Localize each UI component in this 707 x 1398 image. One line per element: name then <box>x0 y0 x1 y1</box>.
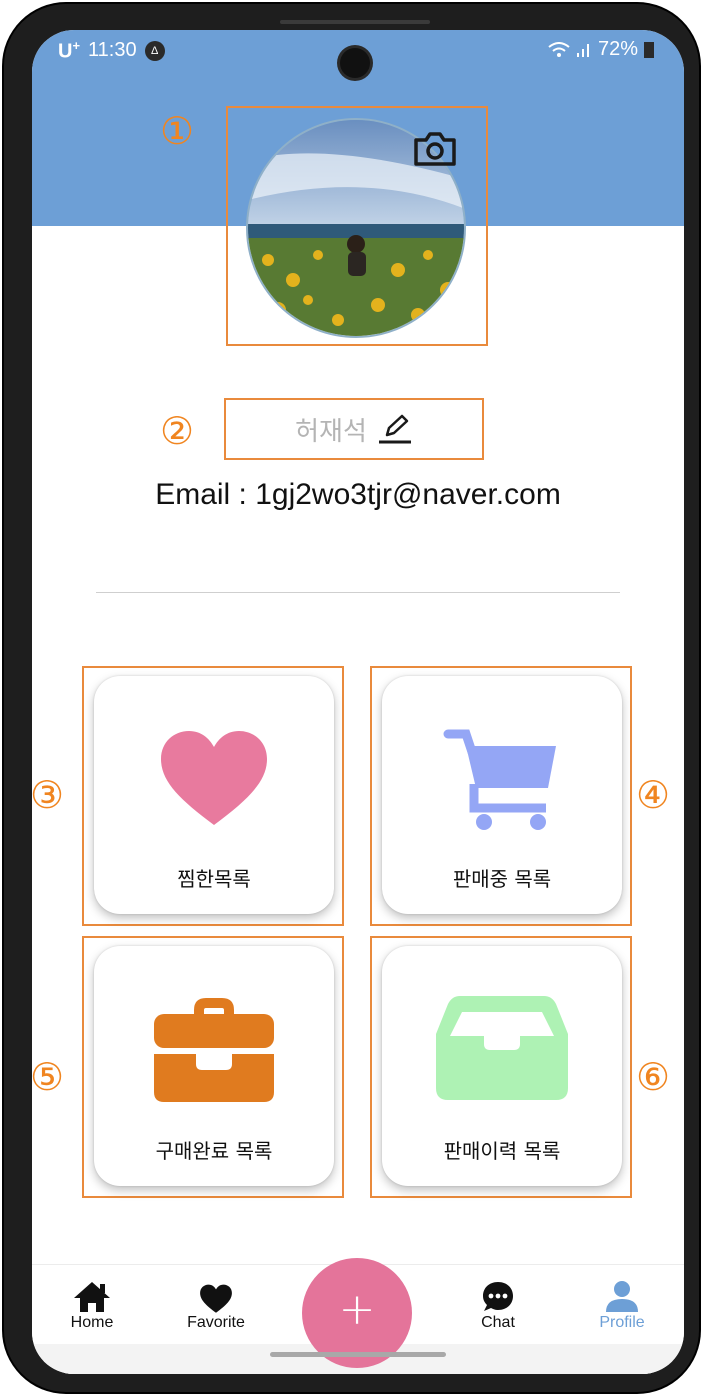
earpiece-speaker <box>280 20 430 24</box>
sales-history-card[interactable]: 판매이력 목록 <box>382 946 622 1186</box>
card-label: 구매완료 목록 <box>155 1139 273 1163</box>
briefcase-icon <box>154 998 274 1102</box>
battery-icon <box>644 41 654 58</box>
person-icon <box>606 1281 638 1312</box>
annotation-number-2: ② <box>159 409 195 453</box>
tab-label: Favorite <box>187 1314 245 1331</box>
tab-label: Chat <box>481 1314 515 1331</box>
cart-icon <box>443 729 556 830</box>
front-camera <box>340 48 370 78</box>
signal-icon <box>576 43 589 57</box>
heart-icon <box>161 731 267 825</box>
chat-bubble-icon <box>483 1282 513 1311</box>
status-time: 11:30 <box>88 39 137 62</box>
annotation-number-6: ⑥ <box>635 1055 671 1099</box>
inbox-tray-icon <box>436 996 568 1100</box>
name-row: 허재석 <box>224 398 484 460</box>
camera-icon <box>414 132 456 166</box>
section-divider <box>96 592 620 593</box>
annotation-number-1: ① <box>159 109 195 153</box>
annotation-number-5: ⑤ <box>32 1055 65 1099</box>
tab-favorite[interactable]: Favorite <box>176 1280 256 1332</box>
purchased-list-card[interactable]: 구매완료 목록 <box>94 946 334 1186</box>
tab-label: Home <box>70 1314 114 1331</box>
user-name: 허재석 <box>295 416 367 447</box>
annotation-number-3: ③ <box>32 773 65 817</box>
tab-profile[interactable]: Profile <box>582 1280 662 1332</box>
card-label: 판매중 목록 <box>452 867 552 891</box>
notification-badge-icon: Δ <box>144 40 165 61</box>
selling-list-card[interactable]: 판매중 목록 <box>382 676 622 914</box>
heart-icon <box>200 1284 232 1313</box>
home-icon <box>74 1282 110 1312</box>
favorites-list-card[interactable]: 찜한목록 <box>94 676 334 914</box>
annotation-number-4: ④ <box>635 773 671 817</box>
wifi-icon <box>548 41 570 57</box>
carrier-label: U+ <box>58 38 81 63</box>
change-photo-button[interactable] <box>412 130 458 172</box>
card-label: 판매이력 목록 <box>443 1139 561 1163</box>
edit-pencil-icon[interactable] <box>377 413 413 445</box>
tab-label: Profile <box>599 1314 645 1331</box>
card-label: 찜한목록 <box>177 867 251 891</box>
battery-percent: 72% <box>597 38 638 60</box>
tab-chat[interactable]: Chat <box>458 1280 538 1332</box>
user-email: Email : 1gj2wo3tjr@naver.com <box>155 478 561 511</box>
app-screen: U+ 11:30 Δ 72% ① ② ③ ④ ⑤ ⑥ 허재석 Email: 1… <box>32 30 684 1374</box>
tab-home[interactable]: Home <box>52 1280 132 1332</box>
home-indicator <box>270 1352 446 1357</box>
